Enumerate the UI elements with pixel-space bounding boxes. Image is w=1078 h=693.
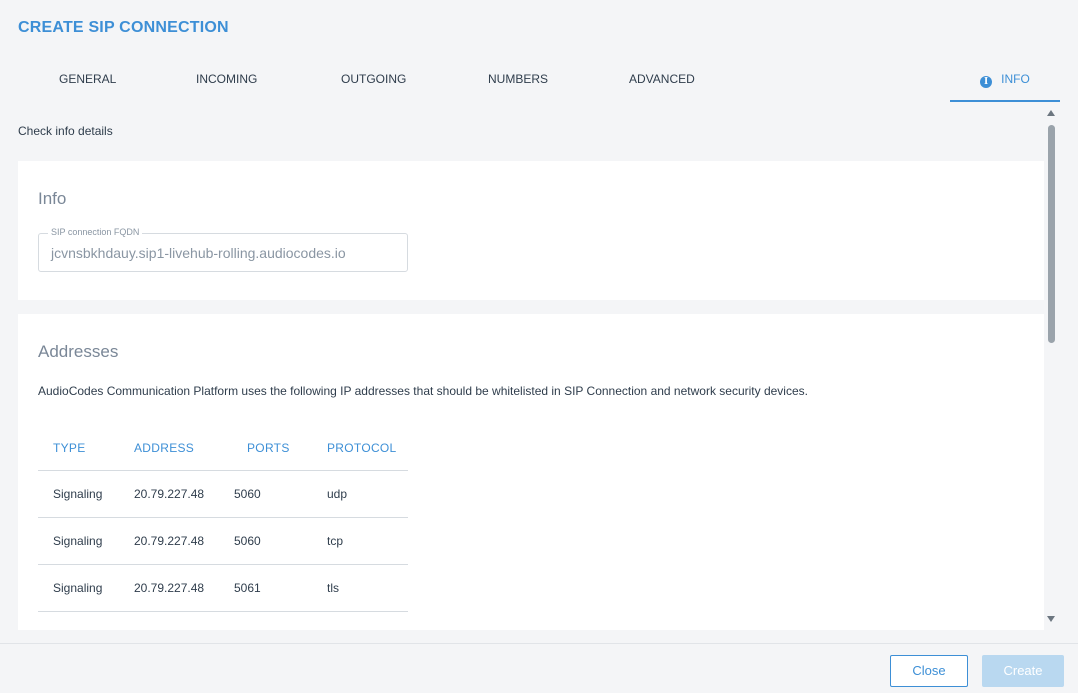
fqdn-field[interactable]: SIP connection FQDN jcvnsbkhdauy.sip1-li… <box>38 227 408 272</box>
cell-address: 20.79.227.48 <box>134 534 205 548</box>
fqdn-field-label: SIP connection FQDN <box>48 227 143 237</box>
cell-address: 20.79.227.48 <box>134 581 205 595</box>
cell-protocol: udp <box>327 487 348 501</box>
cell-address: 20.79.227.48 <box>134 487 205 501</box>
addresses-description: AudioCodes Communication Platform uses t… <box>38 384 808 398</box>
tab-general[interactable]: GENERAL <box>59 58 116 102</box>
tab-bar: GENERAL INCOMING OUTGOING NUMBERS ADVANC… <box>0 58 1078 102</box>
tab-numbers[interactable]: NUMBERS <box>488 58 548 102</box>
cell-type: Signaling <box>53 534 103 548</box>
addresses-table: TYPE ADDRESS PORTS PROTOCOL Signaling 20… <box>38 427 408 612</box>
dialog-footer: Close Create <box>0 643 1078 693</box>
tab-info-label: INFO <box>1001 72 1030 86</box>
tab-advanced[interactable]: ADVANCED <box>629 58 695 102</box>
cell-protocol: tcp <box>327 534 344 548</box>
table-row: Signaling 20.79.227.48 5060 udp <box>38 471 408 518</box>
vertical-scrollbar[interactable] <box>1044 104 1058 624</box>
table-row: Signaling 20.79.227.48 5060 tcp <box>38 518 408 565</box>
create-sip-connection-dialog: CREATE SIP CONNECTION GENERAL INCOMING O… <box>0 0 1078 693</box>
cell-type: Signaling <box>53 581 103 595</box>
column-header-type: TYPE <box>53 441 86 455</box>
addresses-card: Addresses AudioCodes Communication Platf… <box>18 314 1044 630</box>
tab-outgoing[interactable]: OUTGOING <box>341 58 406 102</box>
cell-ports: 5060 <box>234 534 261 548</box>
tab-incoming[interactable]: INCOMING <box>196 58 257 102</box>
page-subtitle: Check info details <box>18 124 113 138</box>
table-header-row: TYPE ADDRESS PORTS PROTOCOL <box>38 427 408 471</box>
table-row: Signaling 20.79.227.48 5061 tls <box>38 565 408 612</box>
cell-protocol: tls <box>327 581 339 595</box>
column-header-protocol: PROTOCOL <box>327 441 397 455</box>
column-header-ports: PORTS <box>247 441 290 455</box>
fqdn-field-value: jcvnsbkhdauy.sip1-livehub-rolling.audioc… <box>51 245 346 261</box>
scroll-down-arrow-icon[interactable] <box>1047 616 1055 622</box>
info-icon: i <box>980 76 993 88</box>
close-button[interactable]: Close <box>890 655 968 687</box>
info-card: Info SIP connection FQDN jcvnsbkhdauy.si… <box>18 161 1044 300</box>
dialog-title: CREATE SIP CONNECTION <box>18 19 229 36</box>
scrollbar-thumb[interactable] <box>1048 125 1055 343</box>
tab-info[interactable]: i INFO <box>950 58 1060 102</box>
scroll-up-arrow-icon[interactable] <box>1047 110 1055 116</box>
create-button[interactable]: Create <box>982 655 1064 687</box>
addresses-card-title: Addresses <box>38 342 119 361</box>
column-header-address: ADDRESS <box>134 441 195 455</box>
content-scroll-area[interactable]: Check info details Info SIP connection F… <box>0 104 1078 630</box>
cell-ports: 5060 <box>234 487 261 501</box>
info-card-title: Info <box>38 189 67 208</box>
cell-ports: 5061 <box>234 581 261 595</box>
cell-type: Signaling <box>53 487 103 501</box>
